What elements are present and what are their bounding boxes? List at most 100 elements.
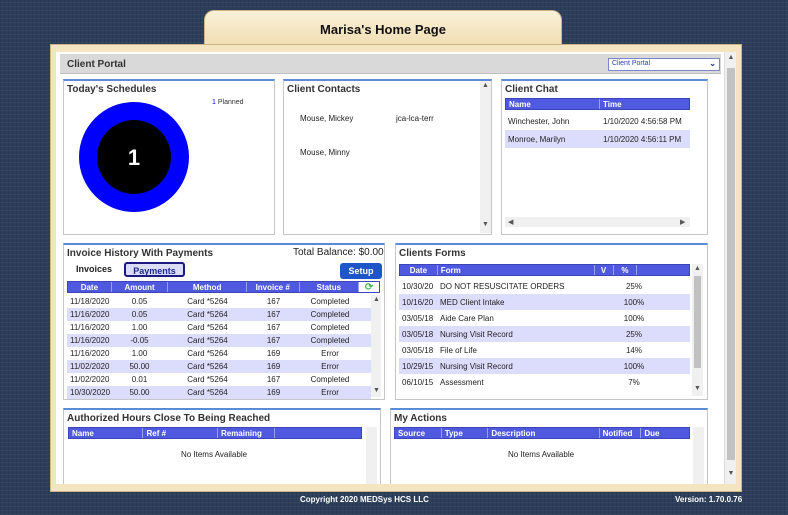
col-status[interactable]: Status (300, 282, 360, 292)
form-date: 03/05/18 (402, 345, 434, 355)
table-row[interactable]: 11/16/2020 -0.05 Card *5264 167 Complete… (67, 334, 371, 347)
chat-time: 1/10/2020 4:56:58 PM (603, 116, 682, 126)
form-name: File of Life (440, 345, 477, 355)
legend-label: Planned (217, 99, 244, 106)
tab-invoices[interactable]: Invoices (67, 262, 121, 277)
inv-number: 169 (266, 362, 281, 371)
table-row[interactable]: 06/10/15 Assessment 7% (399, 374, 690, 390)
table-row[interactable]: 11/18/2020 0.05 Card *5264 167 Completed (67, 295, 371, 308)
scroll-up-icon: ▲ (373, 296, 380, 303)
scroll-thumb[interactable] (727, 68, 735, 460)
col-date[interactable]: Date (68, 282, 112, 292)
contacts-panel: Client Contacts Mouse, Mickey jca-lca-te… (283, 79, 492, 235)
col-notified[interactable]: Notified (600, 428, 642, 438)
auth-hours-table-header: Name Ref # Remaining (68, 427, 362, 439)
chat-hscrollbar[interactable]: ◀ ▶ (505, 217, 690, 227)
scroll-down-icon[interactable]: ▼ (725, 470, 737, 477)
main-scrollbar[interactable]: ▲ ▼ (724, 52, 736, 484)
inv-method: Card *5264 (187, 336, 228, 345)
inv-date: 11/18/2020 (70, 297, 110, 306)
col-ref[interactable]: Ref # (143, 428, 218, 438)
table-row[interactable]: 10/30/20 DO NOT RESUSCITATE ORDERS 25% (399, 278, 690, 294)
table-row[interactable]: 11/16/2020 0.05 Card *5264 167 Completed (67, 308, 371, 321)
inv-number: 169 (266, 349, 281, 358)
inv-amount: 0.01 (131, 375, 148, 384)
chat-name: Winchester, John (508, 116, 570, 126)
table-row[interactable]: 11/02/2020 0.01 Card *5264 167 Completed (67, 373, 371, 386)
form-date: 03/05/18 (402, 329, 434, 339)
invoices-title: Invoice History With Payments (67, 248, 214, 259)
schedule-donut-chart[interactable]: 1 (78, 101, 190, 213)
form-name: Aide Care Plan (440, 313, 494, 323)
schedules-title: Today's Schedules (67, 84, 157, 95)
form-name: Assessment (440, 377, 484, 387)
col-amount[interactable]: Amount (112, 282, 169, 292)
inv-number: 167 (266, 297, 281, 306)
col-percent[interactable]: % (614, 265, 638, 275)
inv-status: Completed (310, 375, 350, 384)
chat-table-header: Name Time (505, 98, 690, 110)
col-time[interactable]: Time (600, 99, 689, 109)
form-date: 03/05/18 (402, 313, 434, 323)
inv-date: 11/16/2020 (70, 336, 110, 345)
forms-table-header: Date Form V % (399, 264, 690, 276)
contacts-scrollbar[interactable]: ▲ ▼ (480, 81, 491, 233)
col-source[interactable]: Source (395, 428, 442, 438)
auth-hours-scrollbar[interactable] (366, 427, 377, 484)
contact-item[interactable]: Mouse, Minny (300, 148, 350, 157)
contact-item[interactable]: Mouse, Mickey (300, 114, 353, 123)
inv-amount: 0.05 (131, 310, 148, 319)
chat-title: Client Chat (505, 84, 558, 95)
form-percent: 7% (628, 377, 640, 387)
table-row[interactable]: 10/30/2020 50.00 Card *5264 169 Error (67, 386, 371, 399)
form-percent: 100% (623, 361, 645, 371)
table-row[interactable]: 11/16/2020 1.00 Card *5264 167 Completed (67, 321, 371, 334)
col-method[interactable]: Method (168, 282, 247, 292)
scroll-up-icon[interactable]: ▲ (725, 54, 737, 61)
table-row[interactable]: 03/05/18 Nursing Visit Record 25% (399, 326, 690, 342)
col-name[interactable]: Name (506, 99, 600, 109)
scroll-thumb[interactable] (694, 276, 701, 368)
setup-button[interactable]: Setup (340, 263, 382, 279)
col-remaining[interactable]: Remaining (218, 428, 275, 438)
form-name: MED Client Intake (440, 297, 505, 307)
col-form[interactable]: Form (438, 265, 595, 275)
forms-panel: Clients Forms Date Form V % 10/30/20 DO … (395, 243, 708, 400)
auth-hours-title: Authorized Hours Close To Being Reached (67, 413, 271, 424)
invoice-scrollbar[interactable]: ▲ ▼ (371, 295, 381, 397)
total-balance: Total Balance: $0.00 (293, 247, 384, 258)
table-row[interactable]: Winchester, John 1/10/2020 4:56:58 PM (505, 112, 690, 130)
inv-method: Card *5264 (187, 388, 228, 397)
contact-code: jca-lca-terr (396, 114, 434, 123)
portal-select[interactable]: Client Portal ⌄ (608, 58, 720, 71)
col-version[interactable]: V (595, 265, 614, 275)
col-name[interactable]: Name (69, 428, 144, 438)
table-row[interactable]: 10/29/15 Nursing Visit Record 100% (399, 358, 690, 374)
chat-table-body: Winchester, John 1/10/2020 4:56:58 PM Mo… (505, 112, 690, 148)
inv-method: Card *5264 (187, 323, 228, 332)
col-type[interactable]: Type (442, 428, 489, 438)
table-row[interactable]: 11/02/2020 50.00 Card *5264 169 Error (67, 360, 371, 373)
table-row[interactable]: 10/16/20 MED Client Intake 100% (399, 294, 690, 310)
table-row[interactable]: Monroe, Marilyn 1/10/2020 4:56:11 PM (505, 130, 690, 148)
empty-message: No Items Available (507, 450, 575, 459)
form-name: Nursing Visit Record (440, 329, 513, 339)
table-row[interactable]: 11/16/2020 1.00 Card *5264 169 Error (67, 347, 371, 360)
col-invoice[interactable]: Invoice # (247, 282, 300, 292)
tab-payments[interactable]: Payments (124, 262, 185, 277)
form-date: 06/10/15 (402, 377, 434, 387)
refresh-icon[interactable]: ⟳ (359, 282, 380, 293)
inv-date: 10/30/2020 (70, 388, 111, 397)
forms-scrollbar[interactable]: ▲ ▼ (692, 264, 703, 396)
actions-scrollbar[interactable] (693, 427, 704, 484)
forms-table-body: 10/30/20 DO NOT RESUSCITATE ORDERS 25% 1… (399, 278, 690, 396)
table-row[interactable]: 03/05/18 Aide Care Plan 100% (399, 310, 690, 326)
inv-method: Card *5264 (187, 362, 228, 371)
col-due[interactable]: Due (641, 428, 689, 438)
contacts-title: Client Contacts (287, 84, 361, 95)
inv-status: Completed (310, 323, 350, 332)
table-row[interactable]: 03/05/18 File of Life 14% (399, 342, 690, 358)
inv-amount: -0.05 (130, 336, 149, 345)
col-date[interactable]: Date (400, 265, 438, 275)
col-description[interactable]: Description (488, 428, 600, 438)
